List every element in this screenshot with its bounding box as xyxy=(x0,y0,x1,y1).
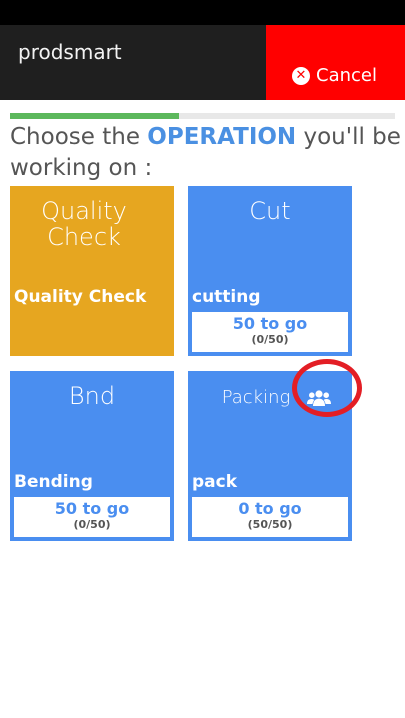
tile-label: pack xyxy=(192,472,238,492)
count-box: 0 to go (50/50) xyxy=(192,497,348,537)
app-title: prodsmart xyxy=(18,40,122,64)
tile-title: Cut xyxy=(249,197,291,225)
app-header: prodsmart ✕ Cancel xyxy=(0,25,405,100)
tile-title: Bnd xyxy=(68,382,116,410)
highlight-ring xyxy=(292,359,362,417)
operation-tile-bnd[interactable]: Bnd Bending 50 to go (0/50) xyxy=(10,371,174,541)
prompt-prefix: Choose the xyxy=(10,124,148,150)
tile-label: Quality Check xyxy=(14,287,147,307)
instruction-text: Choose the OPERATION you'll be working o… xyxy=(10,122,405,184)
cancel-button[interactable]: ✕ Cancel xyxy=(266,25,405,100)
remaining-count: 0 to go xyxy=(238,499,302,518)
close-circle-icon: ✕ xyxy=(292,66,310,85)
cancel-label: Cancel xyxy=(316,65,377,86)
count-box: 50 to go (0/50) xyxy=(192,312,348,352)
tile-title: Quality Check xyxy=(41,197,127,251)
progress-fill xyxy=(10,113,180,119)
count-box: 50 to go (0/50) xyxy=(14,497,170,537)
remaining-count: 50 to go xyxy=(54,499,130,518)
remaining-count: 50 to go xyxy=(232,314,308,333)
operation-tile-quality-check[interactable]: Quality Check Quality Check xyxy=(10,186,174,356)
operation-tile-cut[interactable]: Cut cutting 50 to go (0/50) xyxy=(188,186,352,356)
progress-bar xyxy=(10,113,395,119)
tile-label: cutting xyxy=(192,287,261,307)
progress-count: (0/50) xyxy=(251,333,289,346)
tile-label: Bending xyxy=(14,472,93,492)
status-bar xyxy=(0,0,405,25)
progress-count: (0/50) xyxy=(73,518,111,531)
progress-count: (50/50) xyxy=(247,518,293,531)
prompt-emphasis: OPERATION xyxy=(147,124,297,150)
